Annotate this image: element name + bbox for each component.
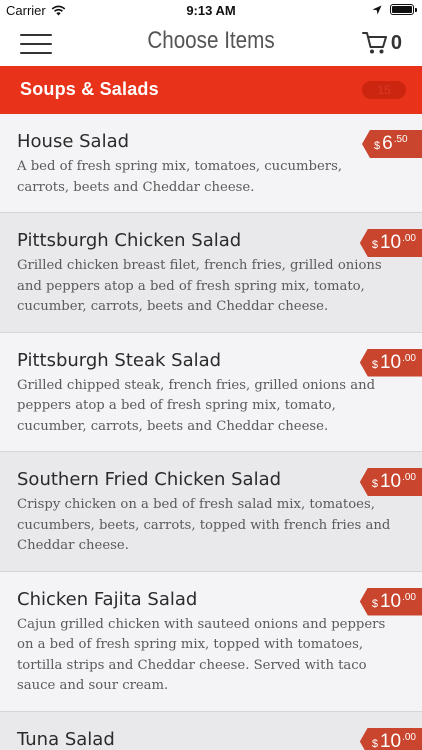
- price-tag: $10.00: [359, 348, 422, 377]
- price-cents: .00: [402, 472, 416, 483]
- category-item-count: 15: [362, 81, 406, 99]
- clock: 9:13 AM: [186, 3, 236, 18]
- item-description: Grilled chipped steak, french fries, gri…: [17, 377, 376, 434]
- price-dollars: 10: [379, 471, 402, 492]
- price-tag: $10.00: [359, 468, 422, 496]
- status-bar: Carrier 9:13 AM: [0, 0, 422, 22]
- price-cents: .00: [402, 731, 416, 743]
- item-name: Chicken Fajita Salad: [17, 588, 198, 610]
- menu-item[interactable]: Tuna Salad $10.00: [0, 711, 422, 750]
- category-header[interactable]: Soups & Salads 15: [0, 66, 422, 114]
- cart-count: 0: [390, 31, 402, 54]
- price-cents: .50: [393, 134, 408, 145]
- price-currency: $: [371, 597, 378, 610]
- price-currency: $: [371, 358, 378, 371]
- price-dollars: 6: [382, 133, 393, 154]
- price-tag: $10.00: [359, 727, 422, 750]
- battery-icon: [390, 4, 417, 15]
- page-title: Choose Items: [147, 27, 275, 54]
- location-arrow-icon: [372, 5, 382, 14]
- item-description: Grilled chicken breast filet, french fri…: [17, 258, 382, 314]
- category-title: Soups & Salads: [20, 79, 159, 99]
- item-description: Cajun grilled chicken with sauteed onion…: [17, 616, 386, 694]
- price-currency: $: [371, 478, 378, 490]
- item-name: Tuna Salad: [17, 728, 115, 750]
- price-cents: .00: [402, 352, 416, 364]
- item-name: Southern Fried Chicken Salad: [17, 469, 282, 490]
- nav-bar: Choose Items 0: [0, 22, 422, 66]
- price-dollars: 10: [379, 232, 402, 253]
- item-name: Pittsburgh Steak Salad: [17, 349, 222, 371]
- cart-button[interactable]: 0: [361, 30, 402, 56]
- item-name: House Salad: [17, 131, 130, 152]
- price-currency: $: [371, 737, 378, 750]
- price-dollars: 10: [379, 730, 402, 750]
- price-currency: $: [371, 239, 378, 251]
- menu-list: House Salad A bed of fresh spring mix, to…: [0, 114, 422, 750]
- price-dollars: 10: [379, 590, 402, 612]
- price-cents: .00: [402, 233, 416, 244]
- menu-item[interactable]: Chicken Fajita Salad Cajun grilled chicke…: [0, 571, 422, 712]
- price-tag: $10.00: [359, 229, 422, 257]
- price-tag: $10.00: [359, 587, 422, 616]
- price-cents: .00: [402, 591, 416, 603]
- cart-icon: [361, 32, 387, 54]
- item-description: A bed of fresh spring mix, tomatoes, cuc…: [17, 159, 343, 195]
- item-description: Crispy chicken on a bed of fresh salad m…: [17, 497, 391, 553]
- price-dollars: 10: [379, 351, 402, 373]
- battery-fill: [392, 6, 412, 13]
- price-tag: $6.50: [362, 130, 422, 158]
- menu-item[interactable]: Southern Fried Chicken Salad Crispy chick…: [0, 452, 422, 572]
- menu-item[interactable]: Pittsburgh Chicken Salad Grilled chicken …: [0, 213, 422, 333]
- menu-item[interactable]: Pittsburgh Steak Salad Grilled chipped st…: [0, 332, 422, 452]
- item-name: Pittsburgh Chicken Salad: [17, 230, 242, 251]
- menu-item[interactable]: House Salad A bed of fresh spring mix, to…: [0, 114, 422, 213]
- price-currency: $: [374, 140, 381, 152]
